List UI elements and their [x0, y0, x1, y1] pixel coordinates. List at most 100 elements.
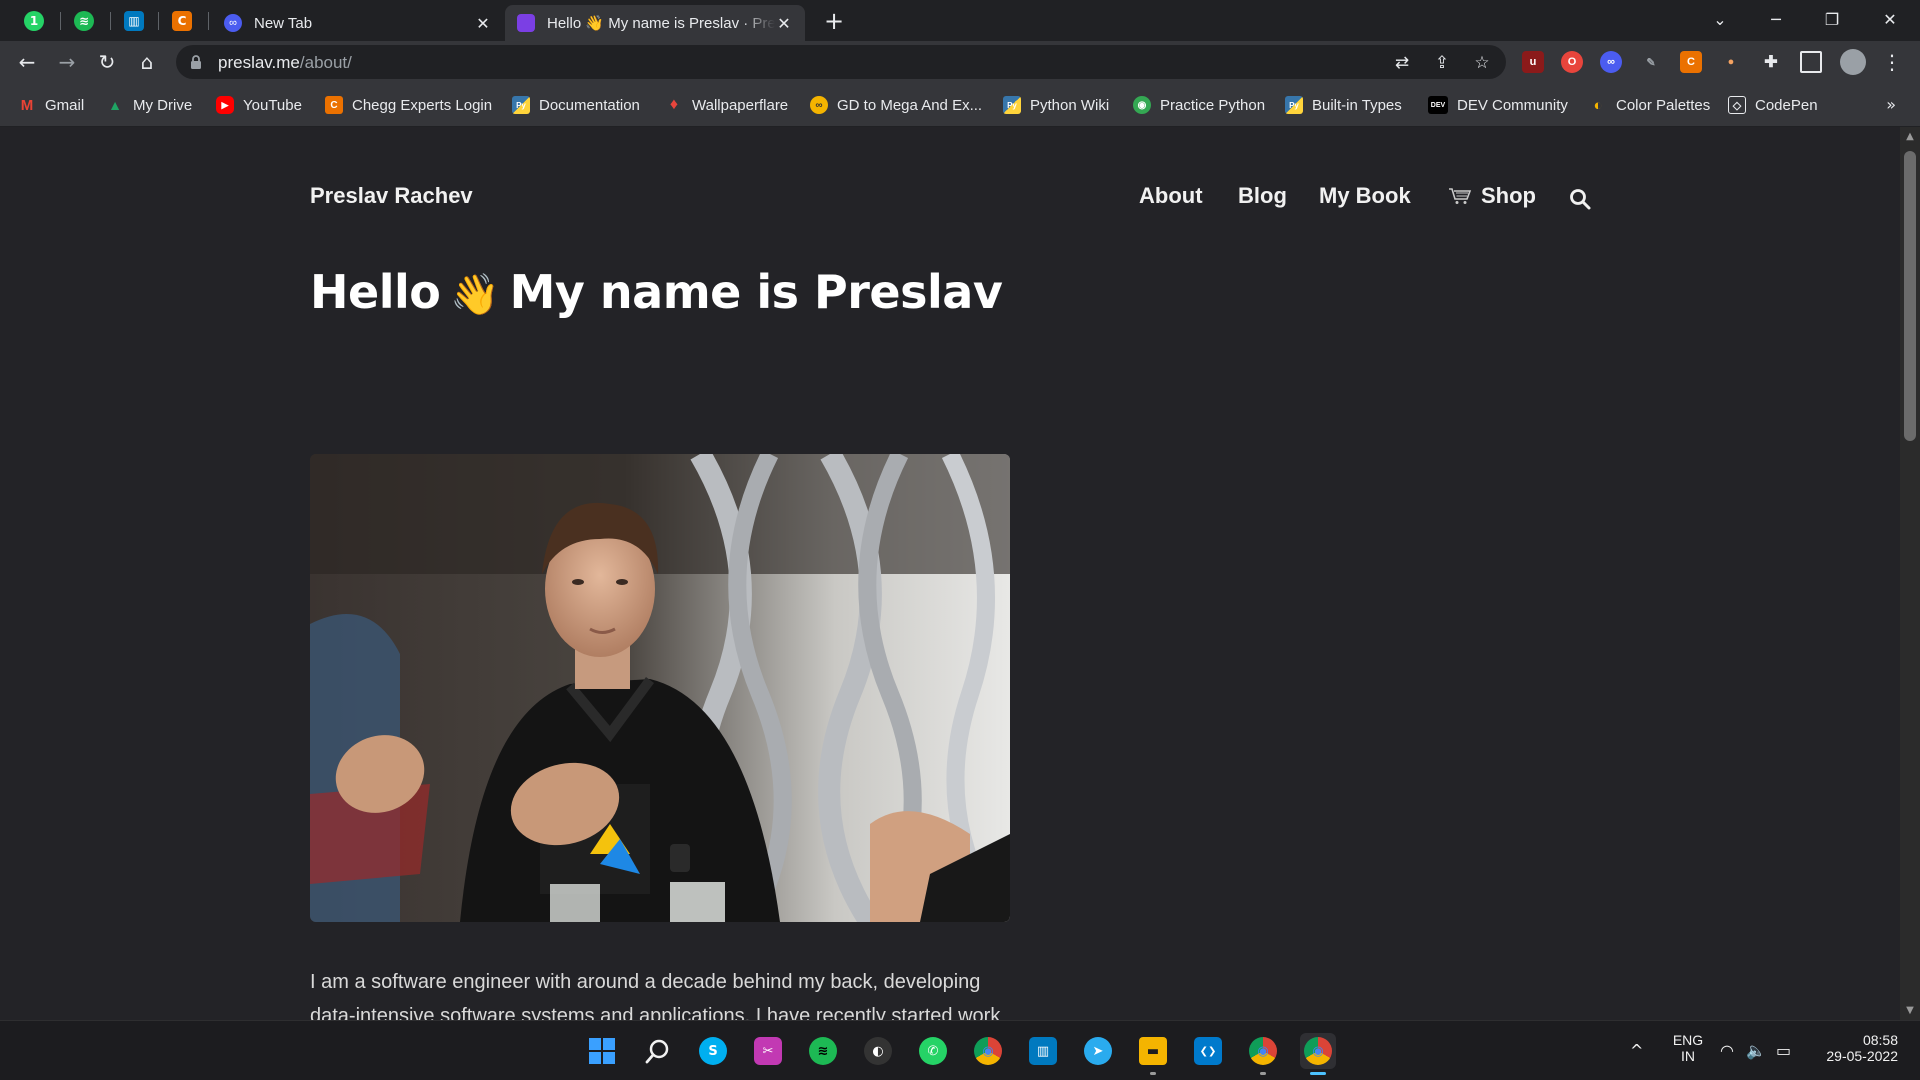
tab-new-tab[interactable]: ∞ New Tab ✕	[212, 5, 504, 41]
pinned-tab-chegg[interactable]: C	[160, 7, 204, 35]
language-indicator[interactable]: ENG IN	[1668, 1032, 1708, 1064]
wifi-icon[interactable]: ◠	[1720, 1041, 1734, 1060]
taskbar-alienware[interactable]: ◐	[860, 1033, 896, 1069]
opera-extension-icon[interactable]: O	[1561, 51, 1583, 73]
hero-greeting: Hello	[310, 265, 441, 319]
wallpaperflare-icon: ♦	[669, 96, 679, 113]
taskbar-snipping-tool[interactable]: ✂	[750, 1033, 786, 1069]
taskbar-skype[interactable]: S	[695, 1033, 731, 1069]
clock[interactable]: 08:58 29-05-2022	[1812, 1032, 1898, 1064]
pen-extension-icon[interactable]: ✎	[1640, 51, 1662, 73]
taskbar-chrome-profile[interactable]: ◉	[1245, 1033, 1281, 1075]
search-icon[interactable]	[1568, 187, 1592, 211]
pinned-tab-trello[interactable]: ▥	[112, 7, 156, 35]
bookmark-label: Gmail	[45, 96, 85, 114]
pinned-tab-whatsapp[interactable]: 1	[12, 7, 56, 35]
profile-avatar[interactable]	[1840, 49, 1866, 75]
bookmark-label: DEV Community	[1457, 96, 1568, 114]
honey-extension-icon[interactable]: ●	[1720, 51, 1742, 73]
side-panel-icon[interactable]	[1800, 51, 1822, 73]
bookmark-chegg[interactable]: C Chegg Experts Login	[325, 95, 492, 115]
tab-separator	[60, 12, 61, 30]
scroll-down-icon[interactable]: ▼	[1904, 1005, 1916, 1016]
reload-button[interactable]: ↻	[91, 46, 123, 78]
taskbar-whatsapp[interactable]: ✆	[915, 1033, 951, 1069]
taskbar-trello[interactable]: ▥	[1025, 1033, 1061, 1069]
restore-button[interactable]: ❐	[1804, 0, 1860, 38]
youtube-icon: ▶	[216, 96, 234, 114]
scrollbar-thumb[interactable]	[1904, 151, 1916, 441]
dev-icon: DEV	[1428, 96, 1448, 114]
nav-blog[interactable]: Blog	[1238, 183, 1287, 209]
bookmark-built-in-types[interactable]: Py Built-in Types	[1285, 95, 1402, 115]
page-scrollbar[interactable]: ▲ ▼	[1900, 127, 1920, 1020]
bookmark-documentation[interactable]: Py Documentation	[512, 95, 640, 115]
bookmark-gd-to-mega[interactable]: ∞ GD to Mega And Ex...	[810, 95, 982, 115]
close-tab-icon[interactable]: ✕	[775, 14, 793, 33]
bookmark-color-palettes[interactable]: ◐ Color Palettes	[1589, 95, 1710, 115]
forward-button[interactable]: →	[51, 46, 83, 78]
taskbar-search-button[interactable]	[640, 1033, 676, 1069]
taskbar-chrome[interactable]: ◉	[970, 1033, 1006, 1069]
windows-start-icon	[589, 1038, 615, 1064]
bookmark-python-wiki[interactable]: Py Python Wiki	[1003, 95, 1109, 115]
running-indicator	[1260, 1072, 1266, 1075]
taskbar-file-explorer[interactable]: ▬	[1135, 1033, 1171, 1075]
taskbar-spotify[interactable]: ≋	[805, 1033, 841, 1069]
share-icon[interactable]: ⇪	[1430, 51, 1454, 75]
site-name-link[interactable]: Preslav Rachev	[310, 183, 473, 209]
nav-shop-label: Shop	[1481, 183, 1536, 208]
bookmark-star-icon[interactable]: ☆	[1470, 51, 1494, 75]
close-tab-icon[interactable]: ✕	[474, 14, 492, 33]
home-button[interactable]: ⌂	[131, 46, 163, 78]
extensions-puzzle-icon[interactable]: ✚	[1760, 51, 1782, 73]
new-tab-button[interactable]: +	[820, 8, 848, 36]
battery-icon[interactable]: ▭	[1776, 1041, 1791, 1060]
chegg-extension-icon[interactable]: C	[1680, 51, 1702, 73]
ublock-extension-icon[interactable]: u	[1522, 51, 1544, 73]
windows-taskbar: S ✂ ≋ ◐ ✆ ◉ ▥ ➤ ▬ ❮❯ ◉ ◉ ^ ENG IN ◠ 🔈 ▭ …	[0, 1020, 1920, 1080]
bookmark-youtube[interactable]: ▶ YouTube	[216, 95, 302, 115]
chegg-icon: C	[325, 96, 343, 114]
lock-icon[interactable]	[190, 54, 202, 70]
bookmark-practice-python[interactable]: ◉ Practice Python	[1133, 95, 1265, 115]
taskbar-vscode[interactable]: ❮❯	[1190, 1033, 1226, 1069]
python-icon: Py	[512, 96, 530, 114]
nav-about[interactable]: About	[1139, 183, 1203, 209]
cart-icon	[1449, 188, 1472, 204]
chrome-profile-icon: ◉	[1249, 1037, 1277, 1065]
skype-icon: S	[699, 1037, 727, 1065]
bookmark-dev-community[interactable]: DEV DEV Community	[1428, 95, 1568, 115]
browser-menu-icon[interactable]: ⋮	[1876, 46, 1908, 78]
bookmark-label: Color Palettes	[1616, 96, 1711, 114]
loop-extension-icon[interactable]: ∞	[1600, 51, 1622, 73]
bookmark-gmail[interactable]: M Gmail	[18, 95, 84, 115]
back-button[interactable]: ←	[11, 46, 43, 78]
start-button[interactable]	[584, 1033, 620, 1069]
nav-shop[interactable]: Shop	[1448, 183, 1536, 209]
bookmark-codepen[interactable]: ◇ CodePen	[1728, 95, 1818, 115]
volume-icon[interactable]: 🔈	[1746, 1041, 1766, 1060]
taskbar-chrome-active[interactable]: ◉	[1300, 1033, 1336, 1075]
translate-icon[interactable]: ⇄	[1390, 51, 1414, 75]
tab-separator	[208, 12, 209, 30]
url-text[interactable]: preslav.me/about/	[218, 53, 352, 73]
bookmark-my-drive[interactable]: ▲ My Drive	[106, 95, 192, 115]
minimize-button[interactable]: ─	[1748, 0, 1804, 38]
show-hidden-icons-button[interactable]: ^	[1630, 1041, 1643, 1060]
pinned-tab-spotify[interactable]: ≋	[62, 7, 106, 35]
nav-my-book[interactable]: My Book	[1319, 183, 1411, 209]
close-window-button[interactable]: ✕	[1862, 0, 1918, 38]
running-indicator	[1150, 1072, 1156, 1075]
scroll-up-icon[interactable]: ▲	[1904, 131, 1916, 142]
bookmark-wallpaperflare[interactable]: ♦ Wallpaperflare	[665, 95, 788, 115]
bookmarks-overflow-icon[interactable]: »	[1886, 95, 1896, 114]
bio-paragraph: I am a software engineer with around a d…	[310, 971, 1001, 1020]
profile-photo: D	[310, 454, 1010, 922]
address-bar[interactable]: preslav.me/about/ ⇄ ⇪ ☆	[176, 45, 1506, 79]
taskbar-telegram[interactable]: ➤	[1080, 1033, 1116, 1069]
bookmark-label: CodePen	[1755, 96, 1818, 114]
active-app-indicator	[1310, 1072, 1326, 1075]
tab-search-dropdown-icon[interactable]: ⌄	[1692, 0, 1748, 38]
tab-active-page[interactable]: Hello 👋 My name is Preslav · Preslav Rac…	[505, 5, 805, 41]
